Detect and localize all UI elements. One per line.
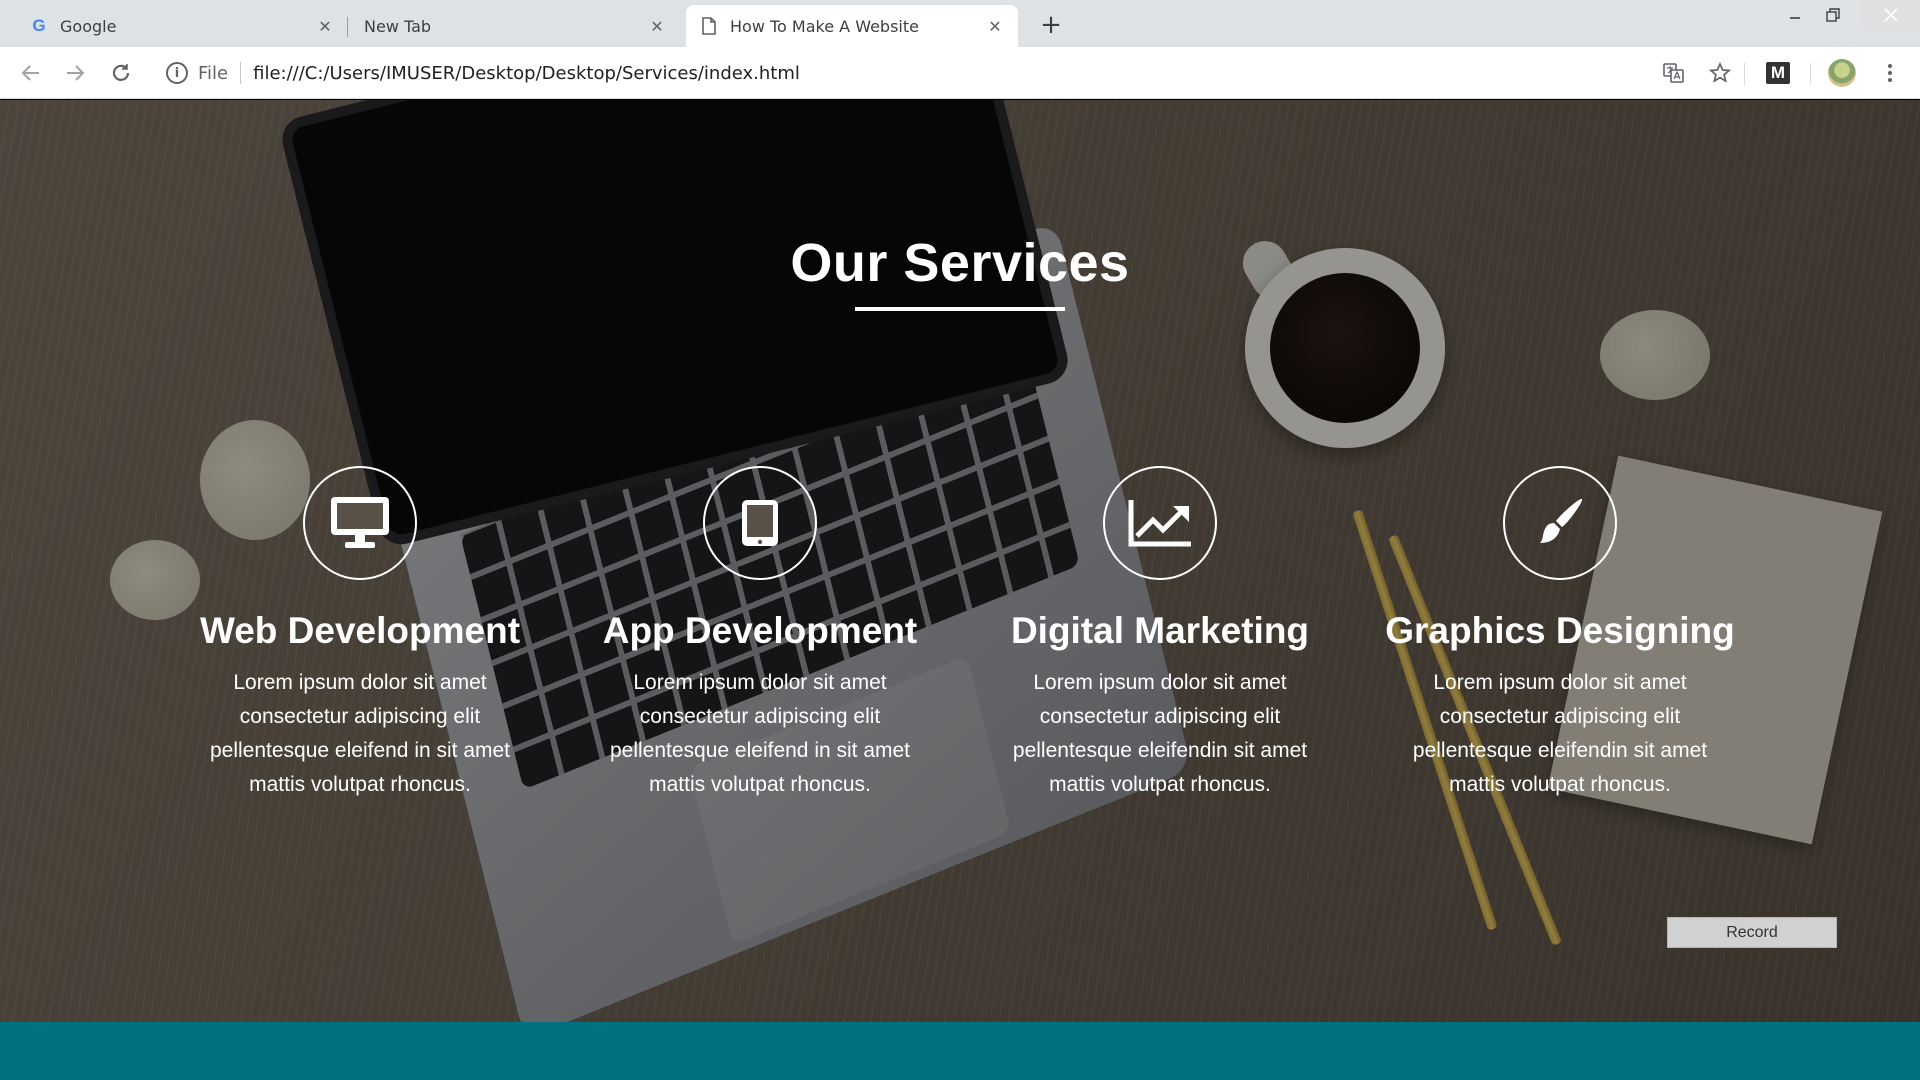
reload-button[interactable] (106, 58, 136, 88)
tab-new-tab[interactable]: New Tab ✕ (347, 5, 680, 47)
service-description: Lorem ipsum dolor sit amet consectetur a… (1412, 671, 1708, 796)
service-description: Lorem ipsum dolor sit amet consectetur a… (209, 671, 511, 796)
line-chart-icon (1103, 466, 1217, 580)
tab-google[interactable]: G Google ✕ (0, 5, 348, 47)
bookmark-star-icon[interactable] (1706, 59, 1734, 87)
service-title: Web Development (199, 610, 521, 651)
window-close-button[interactable] (1862, 0, 1920, 30)
tab-title: New Tab (364, 16, 432, 36)
close-icon[interactable]: ✕ (986, 17, 1004, 36)
service-card-app-development: App Development Lorem ipsum dolor sit am… (560, 466, 960, 802)
service-title: Digital Marketing (1010, 610, 1310, 651)
service-card-web-development: Web Development Lorem ipsum dolor sit am… (160, 466, 560, 802)
service-description: Lorem ipsum dolor sit amet consectetur a… (609, 671, 911, 796)
service-card-digital-marketing: Digital Marketing Lorem ipsum dolor sit … (960, 466, 1360, 802)
section-title: Our Services (790, 233, 1130, 293)
address-bar[interactable]: i File file:///C:/Users/IMUSER/Desktop/D… (152, 54, 1712, 92)
profile-avatar[interactable] (1828, 59, 1856, 87)
close-icon[interactable]: ✕ (316, 17, 334, 36)
tab-title: Google (60, 16, 117, 36)
toolbar-divider (1810, 63, 1811, 85)
menu-kebab-icon[interactable] (1876, 59, 1904, 87)
service-description: Lorem ipsum dolor sit amet consectetur a… (1012, 671, 1308, 796)
translate-icon[interactable] (1660, 59, 1688, 87)
address-separator (240, 62, 242, 84)
info-icon[interactable]: i (166, 62, 188, 84)
tablet-icon (703, 466, 817, 580)
desktop-monitor-icon (303, 466, 417, 580)
back-button[interactable] (16, 58, 46, 88)
browser-toolbar: i File file:///C:/Users/IMUSER/Desktop/D… (0, 47, 1920, 99)
web-page: Our Services Web Development Lorem ipsum… (0, 100, 1920, 1080)
service-title: App Development (602, 610, 918, 651)
extension-m-icon[interactable]: M (1766, 62, 1790, 84)
url-text[interactable]: file:///C:/Users/IMUSER/Desktop/Desktop/… (253, 63, 800, 84)
paint-brush-icon (1503, 466, 1617, 580)
service-title: Graphics Designing (1385, 610, 1735, 651)
tab-strip: G Google ✕ New Tab ✕ How To Make A Websi… (0, 0, 1920, 47)
restore-button[interactable] (1810, 0, 1856, 30)
file-label: File (198, 62, 229, 84)
close-icon[interactable]: ✕ (648, 17, 666, 36)
footer-band (0, 1022, 1920, 1080)
service-card-graphics-designing: Graphics Designing Lorem ipsum dolor sit… (1360, 466, 1760, 802)
tab-title: How To Make A Website (730, 16, 919, 36)
title-underline (855, 307, 1065, 311)
tab-how-to-make-a-website[interactable]: How To Make A Website ✕ (686, 5, 1018, 47)
google-favicon-icon: G (32, 16, 46, 35)
new-tab-button[interactable]: + (1036, 10, 1066, 40)
record-button[interactable]: Record (1667, 917, 1837, 948)
toolbar-divider (1744, 63, 1745, 85)
document-icon (700, 17, 718, 35)
forward-button[interactable] (60, 58, 90, 88)
